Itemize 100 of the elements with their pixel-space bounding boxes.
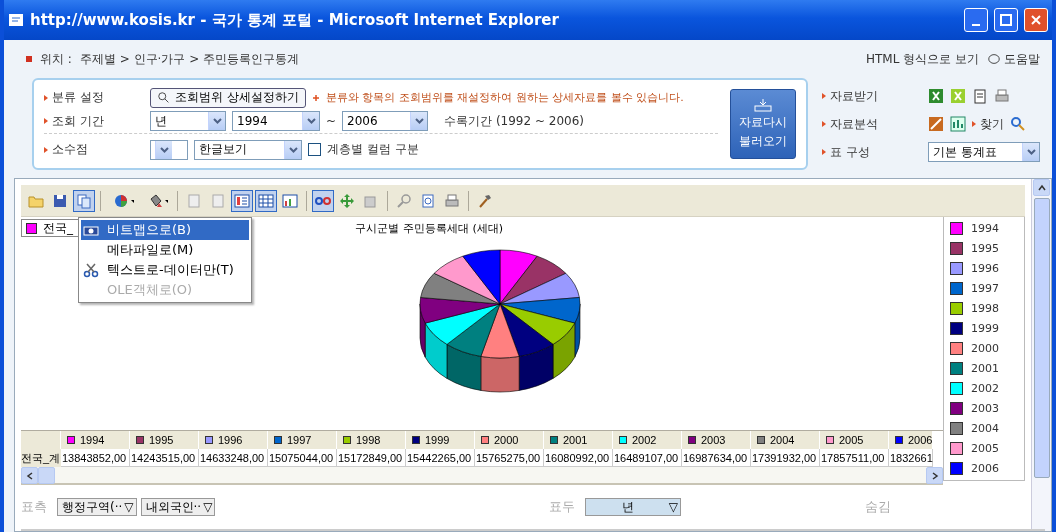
save-icon: [52, 192, 68, 209]
filter-label: 분류 설정: [44, 89, 144, 107]
filter-label: 조회 기간: [44, 112, 144, 130]
column-header: 1999: [406, 431, 475, 449]
column-header: 2002: [613, 431, 682, 449]
legend-label: 2000: [971, 342, 999, 355]
legend-label: 2003: [971, 402, 999, 415]
dropdown[interactable]: 년: [150, 111, 226, 131]
filter-label: 자료분석: [822, 115, 922, 133]
hidden-label: 숨김: [865, 498, 892, 516]
toolbar-button[interactable]: [255, 189, 277, 212]
chart-tool-icon: [928, 116, 944, 132]
legend-label: 2005: [971, 442, 999, 455]
menu-item[interactable]: 비트맵으로(B): [81, 220, 249, 240]
dropdown[interactable]: 기본 통계표: [928, 142, 1040, 162]
column-header: 2005: [820, 431, 889, 449]
dropdown[interactable]: 1994: [232, 111, 320, 131]
document-icon: [210, 192, 226, 209]
period-note: 수록기간 (1992 ~ 2006): [444, 112, 584, 130]
column-axis-label: 표두: [549, 498, 575, 516]
dropdown[interactable]: [150, 139, 188, 160]
horizontal-scrollbar[interactable]: [21, 467, 943, 485]
legend-label: 2002: [971, 382, 999, 395]
legend-label: 1999: [971, 322, 999, 335]
html-view-link[interactable]: HTML 형식으로 보기: [865, 50, 979, 68]
printer-icon: [994, 88, 1010, 104]
column-field[interactable]: 년 ▽: [585, 498, 681, 516]
location-label: 위치 :: [40, 50, 72, 68]
column-header: 1998: [337, 431, 406, 449]
grid-icon: [258, 192, 274, 209]
table-corner: [21, 431, 61, 449]
download-icon: [753, 98, 773, 112]
document-icon: [186, 192, 202, 209]
scroll-up-button[interactable]: [1033, 179, 1050, 196]
legend-label: 2006: [971, 462, 999, 475]
toolbar-button[interactable]: [312, 189, 334, 212]
legend-label: 1997: [971, 282, 999, 295]
filter-label: 표 구성: [822, 143, 922, 161]
print-preview-icon: [420, 192, 436, 209]
dropdown[interactable]: 한글보기: [194, 139, 302, 160]
column-header: 1997: [268, 431, 337, 449]
vertical-scrollbar[interactable]: [1031, 179, 1051, 531]
filter-hint: 분류와 항목의 조회범위를 재설정하여 원하는 상세자료를 볼수 있습니다.: [325, 90, 684, 106]
column-header: 2000: [475, 431, 544, 449]
range-separator: ~: [326, 114, 337, 128]
layout-icon: [234, 192, 250, 209]
maximize-button[interactable]: [994, 8, 1018, 32]
glasses-icon: [315, 196, 331, 205]
close-icon: [1030, 14, 1042, 26]
column-header: 2006: [889, 431, 933, 449]
row-header: 전국_계: [21, 449, 61, 467]
bullet-icon: [26, 56, 32, 62]
window-title: http://www.kosis.kr - 국가 통계 포털 - Microsoft Internet Explorer: [30, 10, 560, 30]
legend-label: 2001: [971, 362, 999, 375]
checkbox-label: 계층별 컬럼 구분: [327, 141, 419, 159]
checkbox[interactable]: [308, 143, 321, 157]
column-header: 2001: [544, 431, 613, 449]
hammer-icon: [477, 192, 493, 209]
menu-item[interactable]: 메타파일로(M): [81, 240, 249, 260]
bar-chart-icon: [282, 192, 298, 209]
plus-icon: [311, 93, 320, 102]
legend-label: 2004: [971, 422, 999, 435]
filter-label: 소수점: [44, 141, 144, 159]
series-chip: 전국_: [21, 219, 80, 237]
help-icon: [987, 52, 1001, 66]
reload-button[interactable]: 자료다시 불러오기: [730, 89, 796, 159]
legend-label: 1995: [971, 242, 999, 255]
legend-label: 1994: [971, 222, 999, 235]
column-header: 1995: [130, 431, 199, 449]
toolbar-button[interactable]: [231, 189, 253, 212]
column-header: 2004: [751, 431, 820, 449]
column-header: 1996: [199, 431, 268, 449]
row-field[interactable]: 행정구역(·· ▽: [57, 498, 137, 516]
excel-icon: [928, 88, 944, 104]
scroll-thumb[interactable]: [1033, 198, 1050, 478]
scroll-right-button[interactable]: [926, 467, 943, 484]
find-label[interactable]: 찾기: [972, 115, 1004, 133]
search-icon: [157, 90, 171, 105]
breadcrumb: 주제별 > 인구·가구 > 주민등록인구통계: [79, 50, 301, 68]
magnifier-icon: [396, 192, 412, 209]
scroll-left-button[interactable]: [21, 467, 38, 484]
scroll-thumb[interactable]: [38, 467, 55, 484]
toolbar-button[interactable]: [73, 189, 95, 212]
column-header: 1994: [61, 431, 130, 449]
search-icon: [1010, 116, 1026, 132]
row-axis-label: 표측: [21, 498, 47, 516]
legend-label: 1998: [971, 302, 999, 315]
excel-icon: [950, 88, 966, 104]
minimize-button[interactable]: [964, 8, 988, 32]
clipboard-icon: [972, 88, 988, 104]
help-link[interactable]: 도움말: [987, 50, 1040, 68]
close-button[interactable]: [1024, 8, 1048, 32]
printer-icon: [444, 192, 460, 209]
copy-icon: [76, 192, 92, 209]
row-field[interactable]: 내외국인·· ▽: [140, 498, 216, 516]
menu-item[interactable]: 텍스트로-데이터만(T): [81, 260, 249, 280]
detail-range-button[interactable]: 조회범위 상세설정하기: [150, 87, 306, 108]
browser-icon: [8, 12, 24, 28]
dropdown[interactable]: 2006: [342, 111, 429, 131]
bar-chart-icon: [950, 116, 966, 132]
